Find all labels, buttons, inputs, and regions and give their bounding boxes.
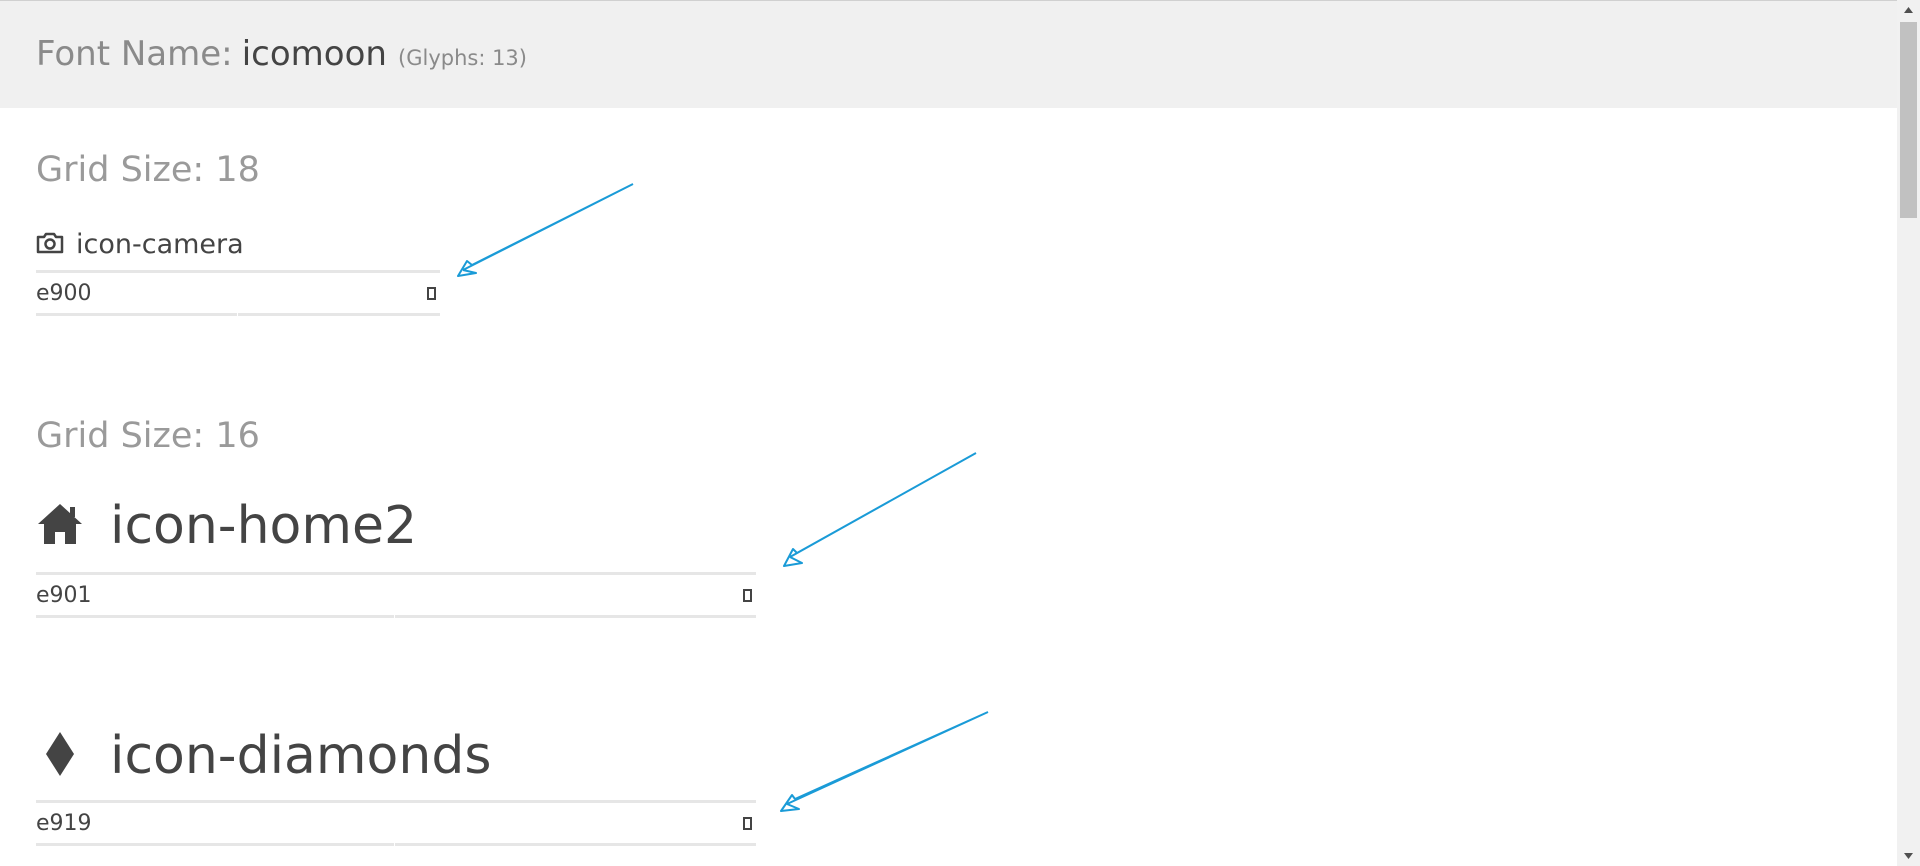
annotation-arrow-1: [457, 183, 634, 277]
scroll-down-icon[interactable]: [1897, 846, 1920, 866]
annotation-arrows: [457, 183, 989, 812]
scrollbar-thumb[interactable]: [1900, 22, 1917, 218]
vertical-scrollbar[interactable]: [1897, 0, 1920, 866]
annotation-arrow-3: [780, 711, 989, 812]
annotation-arrow-2: [783, 452, 977, 567]
scroll-up-icon[interactable]: [1897, 0, 1920, 20]
